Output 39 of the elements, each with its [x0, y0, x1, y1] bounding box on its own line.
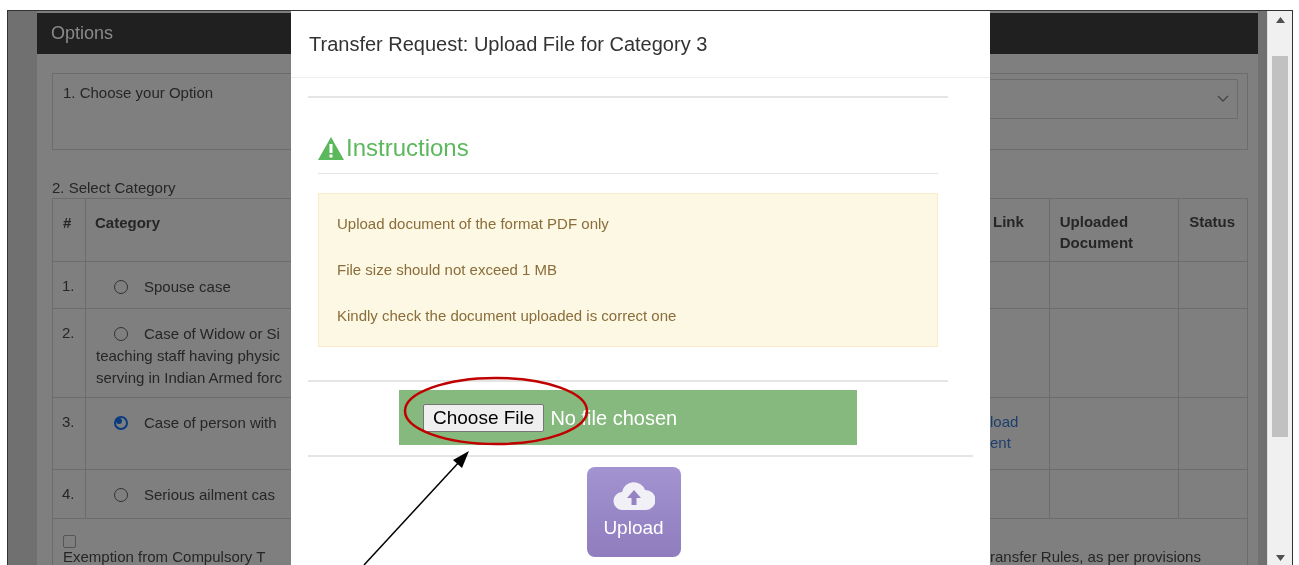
category-label: Case of person with: [144, 413, 277, 433]
upload-link[interactable]: load: [990, 411, 1019, 432]
scrollbar[interactable]: [1267, 11, 1292, 565]
category-label: Serious ailment cas: [144, 485, 275, 505]
instruction-text: File size should not exceed 1 MB: [337, 260, 559, 280]
instruction-text: Upload document of the format PDF only: [337, 214, 610, 234]
row-number: 2.: [62, 324, 75, 341]
scroll-down-icon[interactable]: [1275, 555, 1285, 561]
scroll-up-icon[interactable]: [1275, 17, 1285, 23]
upload-button[interactable]: Upload: [586, 467, 681, 557]
upload-link[interactable]: ent: [990, 432, 1011, 453]
row-number: 1.: [62, 277, 75, 294]
row-number: 3.: [62, 413, 75, 430]
cloud-upload-icon: [612, 481, 655, 510]
section-label: 2. Select Category: [52, 179, 176, 196]
row-number: 4.: [62, 485, 75, 502]
option-label: 1. Choose your Option: [63, 84, 214, 101]
chevron-down-icon: [1217, 95, 1229, 103]
panel-title: Options: [51, 22, 114, 45]
column-header: Status: [1189, 212, 1237, 232]
instructions-heading: Instructions: [346, 133, 469, 163]
select-field[interactable]: [990, 79, 1238, 119]
exemption-text: ransfer Rules, as per provisions: [990, 549, 1201, 565]
scrollbar-thumb[interactable]: [1272, 56, 1288, 437]
column-header: Category: [95, 214, 161, 231]
column-header: Uploaded Document: [1059, 212, 1135, 253]
choose-file-button[interactable]: Choose File: [423, 403, 545, 432]
radio-button[interactable]: [114, 416, 128, 430]
warning-icon: [318, 136, 344, 160]
category-label: serving in Indian Armed forc: [96, 368, 282, 388]
instruction-text: Kindly check the document uploaded is correct one: [337, 306, 678, 326]
category-label: Case of Widow or Si: [144, 324, 280, 344]
column-header: #: [63, 214, 72, 231]
exemption-text: Exemption from Compulsory T: [63, 549, 267, 565]
column-header: Link: [993, 212, 1025, 232]
checkbox[interactable]: [63, 535, 76, 548]
category-label: teaching staff having physic: [96, 346, 280, 366]
modal-title: Transfer Request: Upload File for Category 3: [309, 32, 708, 57]
category-label: Spouse case: [144, 277, 231, 297]
